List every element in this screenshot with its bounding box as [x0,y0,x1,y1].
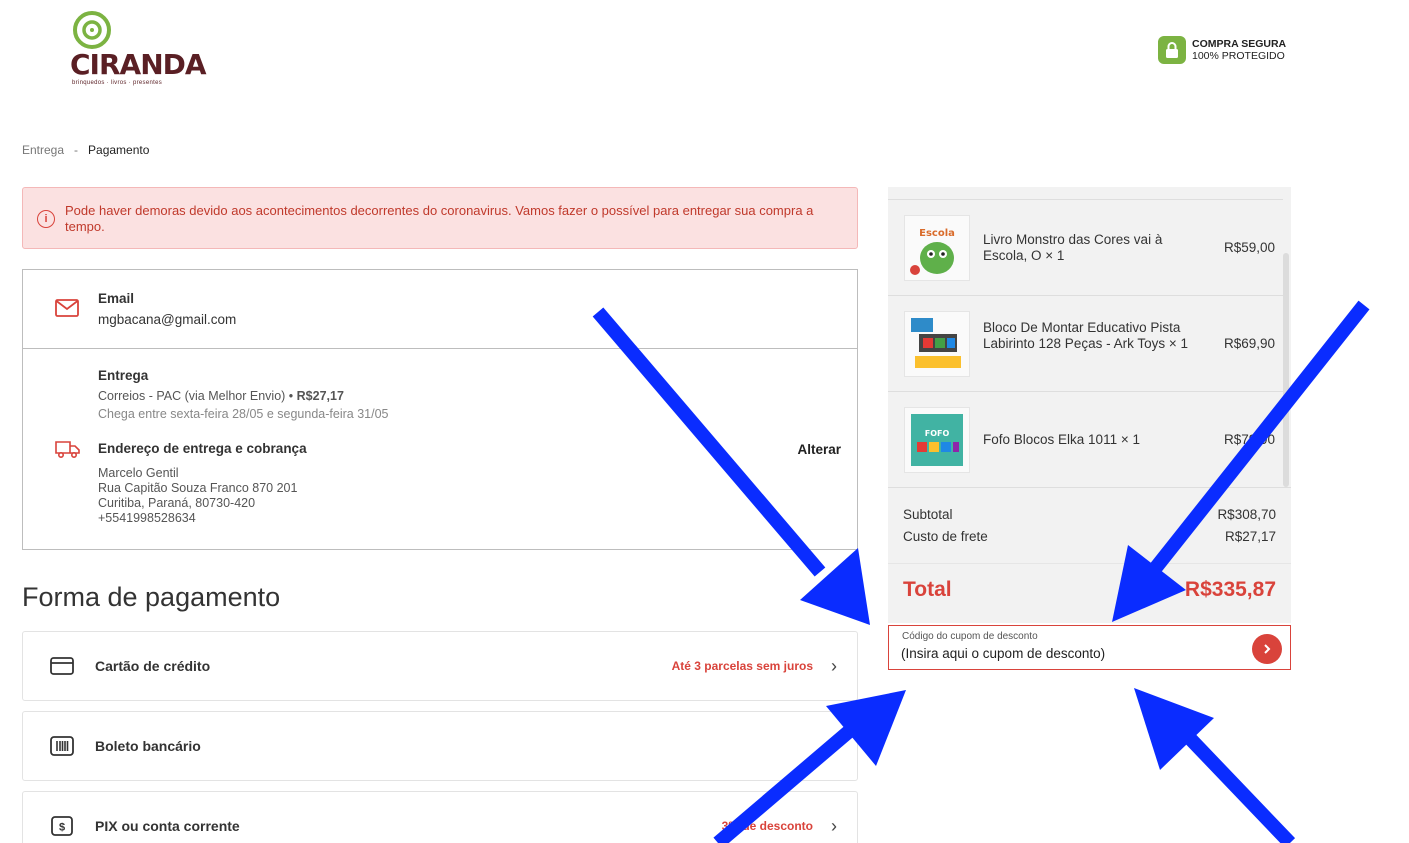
address-street: Rua Capitão Souza Franco 870 201 [98,481,298,495]
email-value: mgbacana@gmail.com [98,312,237,327]
product-thumbnail [904,311,970,377]
item-name: Livro Monstro das Cores vai à Escola, O … [983,232,1163,263]
address-name: Marcelo Gentil [98,466,179,480]
divider [888,487,1291,488]
item-name: Bloco De Montar Educativo Pista Labirint… [983,320,1188,351]
secure-purchase-badge: COMPRA SEGURA 100% PROTEGIDO [1158,36,1286,64]
email-label: Email [98,291,135,306]
breadcrumb-pagamento: Pagamento [88,143,150,157]
svg-text:Escola: Escola [919,228,955,239]
secure-subtitle: 100% PROTEGIDO [1192,50,1285,62]
shipping-section: Entrega Correios - PAC (via Melhor Envio… [23,349,857,549]
ciranda-logo[interactable]: CIRANDA brinquedos · livros · presentes [62,8,207,90]
total-row: Total R$335,87 [903,578,1276,602]
total-value: R$335,87 [1184,578,1276,601]
payment-option-label: Cartão de crédito [95,658,211,674]
address-block: Marcelo Gentil Rua Capitão Souza Franco … [98,466,388,526]
coupon-label: Código do cupom de desconto [902,631,1038,642]
address-label: Endereço de entrega e cobrança [98,441,307,456]
product-thumbnail: FOFO [904,407,970,473]
chevron-right-icon: › [831,815,837,836]
payment-option-boleto[interactable]: Boleto bancário › [22,711,858,781]
delivery-truck-icon [55,441,80,459]
lock-shield-icon [1158,36,1186,64]
coupon-input[interactable] [901,646,1241,661]
order-summary: Escola Livro Monstro das Cores vai à Esc… [888,187,1291,623]
payment-title: Forma de pagamento [22,582,281,612]
cart-item: Escola Livro Monstro das Cores vai à Esc… [888,199,1283,295]
breadcrumb: Entrega - Pagamento [22,143,149,157]
credit-card-icon [49,655,75,677]
item-price: R$59,00 [1223,240,1275,255]
breadcrumb-separator: - [74,143,79,157]
secure-title: COMPRA SEGURA [1192,38,1287,50]
contact-section: Email mgbacana@gmail.com [23,270,857,348]
coupon-field[interactable]: Código do cupom de desconto [888,625,1291,670]
payment-option-note: 3% de desconto [721,819,813,833]
shipping-price: R$27,17 [296,389,344,403]
payment-option-note: Até 3 parcelas sem juros [671,659,813,673]
logo-tagline: brinquedos · livros · presentes [72,80,163,86]
envelope-icon [55,299,79,317]
item-name: Fofo Blocos Elka 1011 × 1 [983,432,1140,447]
payment-option-label: PIX ou conta corrente [95,818,240,834]
shipping-cost-value: R$27,17 [1224,529,1276,544]
barcode-icon [49,735,75,757]
shipping-method: Correios - PAC (via Melhor Envio) • R$27… [98,389,388,403]
spiral-icon [73,11,111,49]
chevron-right-icon: › [831,655,837,676]
payment-option-credit-card[interactable]: Cartão de crédito Até 3 parcelas sem jur… [22,631,858,701]
shipping-label: Entrega [98,368,149,383]
address-phone: +5541998528634 [98,511,196,525]
total-label: Total [903,578,952,601]
product-thumbnail: Escola [904,215,970,281]
payment-option-label: Boleto bancário [95,738,201,754]
divider [888,563,1291,564]
info-icon: i [37,210,55,228]
logo-wordmark: CIRANDA [70,48,207,81]
chevron-right-icon: › [831,735,837,756]
cart-item: FOFO Fofo Blocos Elka 1011 × 1 R$79,90 [888,391,1283,487]
dollar-icon: $ [49,815,75,837]
arrow-annotation [1134,688,1296,843]
payment-option-pix[interactable]: $ PIX ou conta corrente 3% de desconto › [22,791,858,843]
subtotal-label: Subtotal [903,507,953,522]
cart-scrollbar[interactable] [1283,253,1289,487]
apply-coupon-button[interactable] [1252,634,1282,664]
change-address-button[interactable]: Alterar [797,442,841,457]
chevron-right-icon [1264,644,1271,654]
breadcrumb-entrega[interactable]: Entrega [22,143,64,157]
shipping-cost-row: Custo de frete R$27,17 [903,529,1276,544]
item-price: R$69,90 [1223,336,1275,351]
cart-items[interactable]: Escola Livro Monstro das Cores vai à Esc… [888,199,1283,487]
subtotal-value: R$308,70 [1217,507,1276,522]
item-price: R$79,90 [1223,432,1275,447]
address-city: Curitiba, Paraná, 80730-420 [98,496,256,510]
coronavirus-alert: i Pode haver demoras devido aos aconteci… [22,187,858,249]
svg-text:FOFO: FOFO [925,429,950,438]
subtotal-row: Subtotal R$308,70 [903,507,1276,522]
alert-text: Pode haver demoras devido aos acontecime… [65,203,814,234]
shipping-method-text: Correios - PAC (via Melhor Envio) • [98,389,294,403]
order-info-box: Email mgbacana@gmail.com Entrega Correio… [22,269,858,550]
cart-item: Bloco De Montar Educativo Pista Labirint… [888,295,1283,391]
svg-text:$: $ [59,822,65,834]
shipping-eta: Chega entre sexta-feira 28/05 e segunda-… [98,407,389,421]
shipping-cost-label: Custo de frete [903,529,988,544]
